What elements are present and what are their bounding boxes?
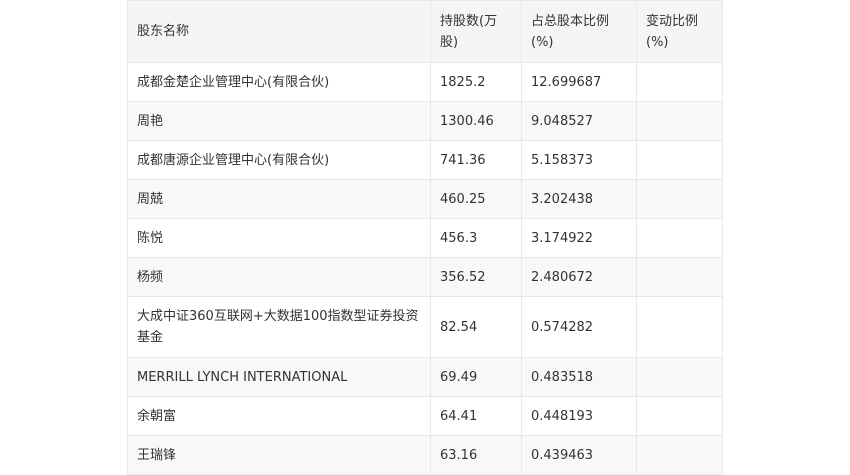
cell-shareholder-name: 杨频 [127,257,431,297]
cell-shares-held: 1825.2 [430,62,522,102]
cell-shares-held: 456.3 [430,218,522,258]
cell-share-ratio: 0.448193 [521,396,637,436]
table-row: 周艳 1300.46 9.048527 [127,101,723,141]
cell-share-ratio: 2.480672 [521,257,637,297]
cell-change-ratio [636,140,723,180]
table-header-row: 股东名称 持股数(万股) 占总股本比例(%) 变动比例(%) [127,0,723,63]
cell-share-ratio: 5.158373 [521,140,637,180]
table-row: 杨频 356.52 2.480672 [127,257,723,297]
cell-change-ratio [636,296,723,358]
cell-change-ratio [636,396,723,436]
cell-share-ratio: 12.699687 [521,62,637,102]
cell-shares-held: 460.25 [430,179,522,219]
shareholder-table: 股东名称 持股数(万股) 占总股本比例(%) 变动比例(%) 成都金楚企业管理中… [127,0,723,475]
table-row: 成都唐源企业管理中心(有限合伙) 741.36 5.158373 [127,140,723,180]
cell-change-ratio [636,62,723,102]
cell-share-ratio: 0.439463 [521,435,637,475]
cell-change-ratio [636,357,723,397]
shareholder-table-container: 股东名称 持股数(万股) 占总股本比例(%) 变动比例(%) 成都金楚企业管理中… [127,0,723,475]
cell-share-ratio: 3.202438 [521,179,637,219]
table-row: 陈悦 456.3 3.174922 [127,218,723,258]
cell-shareholder-name: MERRILL LYNCH INTERNATIONAL [127,357,431,397]
cell-shares-held: 741.36 [430,140,522,180]
cell-shareholder-name: 周兢 [127,179,431,219]
cell-shareholder-name: 周艳 [127,101,431,141]
cell-shares-held: 64.41 [430,396,522,436]
cell-shareholder-name: 余朝富 [127,396,431,436]
header-share-ratio: 占总股本比例(%) [521,0,637,63]
cell-shareholder-name: 陈悦 [127,218,431,258]
table-row: 王瑞锋 63.16 0.439463 [127,435,723,475]
cell-change-ratio [636,435,723,475]
header-shares-held: 持股数(万股) [430,0,522,63]
table-row: 成都金楚企业管理中心(有限合伙) 1825.2 12.699687 [127,62,723,102]
table-row: 大成中证360互联网+大数据100指数型证券投资基金 82.54 0.57428… [127,296,723,358]
cell-share-ratio: 9.048527 [521,101,637,141]
cell-shareholder-name: 成都唐源企业管理中心(有限合伙) [127,140,431,180]
cell-shareholder-name: 王瑞锋 [127,435,431,475]
cell-change-ratio [636,218,723,258]
cell-change-ratio [636,257,723,297]
header-change-ratio: 变动比例(%) [636,0,723,63]
cell-share-ratio: 0.483518 [521,357,637,397]
cell-shareholder-name: 大成中证360互联网+大数据100指数型证券投资基金 [127,296,431,358]
cell-shares-held: 63.16 [430,435,522,475]
cell-share-ratio: 3.174922 [521,218,637,258]
cell-shares-held: 1300.46 [430,101,522,141]
cell-shares-held: 69.49 [430,357,522,397]
cell-share-ratio: 0.574282 [521,296,637,358]
table-row: 周兢 460.25 3.202438 [127,179,723,219]
header-shareholder-name: 股东名称 [127,0,431,63]
cell-change-ratio [636,179,723,219]
cell-shareholder-name: 成都金楚企业管理中心(有限合伙) [127,62,431,102]
cell-shares-held: 82.54 [430,296,522,358]
table-row: MERRILL LYNCH INTERNATIONAL 69.49 0.4835… [127,357,723,397]
cell-change-ratio [636,101,723,141]
cell-shares-held: 356.52 [430,257,522,297]
table-row: 余朝富 64.41 0.448193 [127,396,723,436]
